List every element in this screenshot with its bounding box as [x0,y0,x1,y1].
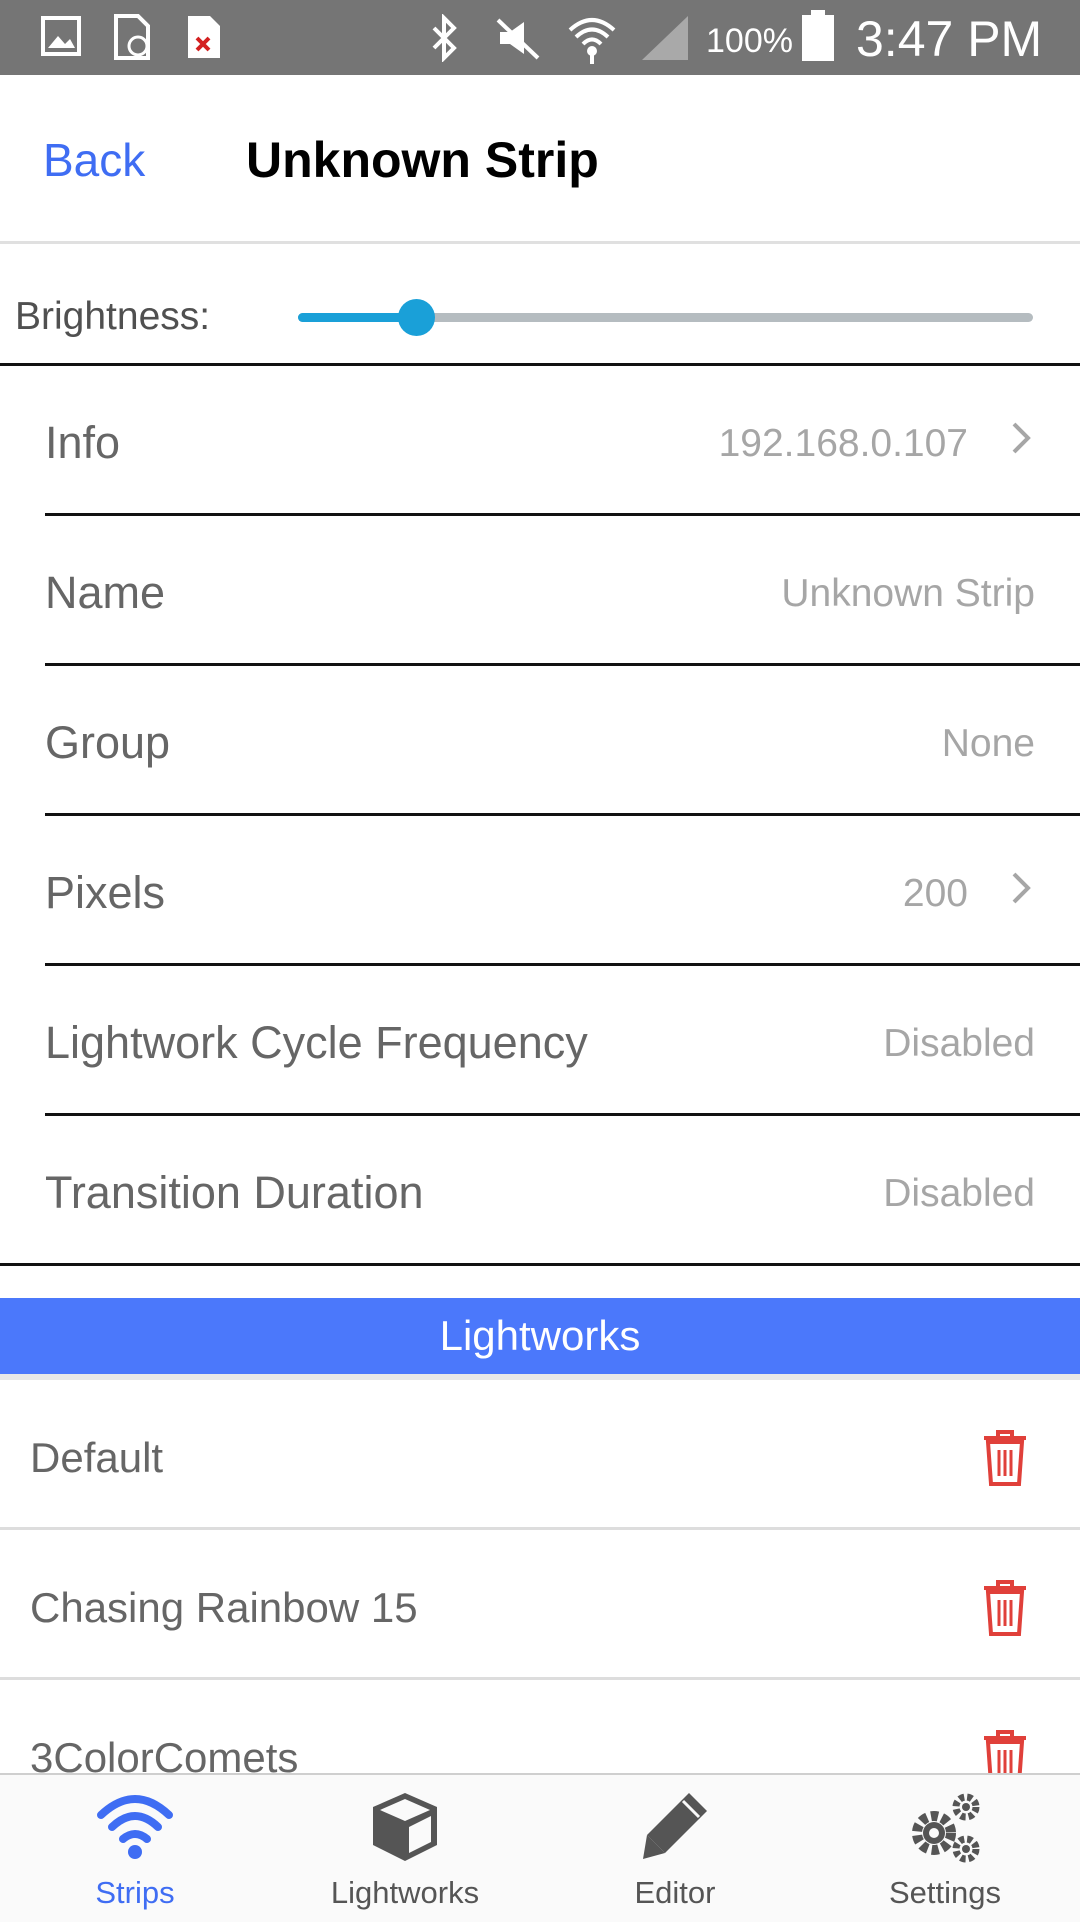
tab-settings[interactable]: Settings [810,1775,1080,1922]
brightness-row: Brightness: [0,244,1080,366]
chevron-right-icon [1012,422,1031,454]
row-value: None [941,722,1035,765]
row-value: Disabled [883,1172,1035,1215]
pencil-icon [643,1793,707,1859]
mute-icon [496,18,540,60]
nav-header: Back Unknown Strip [0,75,1080,244]
status-bar: 100% 3:47 PM [0,0,1080,75]
gears-icon [912,1793,980,1863]
tab-label: Editor [634,1875,716,1910]
settings-row-cycle-frequency[interactable]: Lightwork Cycle Frequency Disabled [45,966,1080,1116]
lightwork-name: 3ColorComets [30,1734,299,1773]
cube-icon [373,1793,437,1861]
row-label: Name [45,567,166,618]
settings-row-info[interactable]: Info 192.168.0.107 [45,366,1080,516]
error-file-icon [188,16,220,58]
battery-percent: 100% [706,22,793,60]
lightwork-name: Default [30,1434,164,1481]
slider-thumb[interactable] [397,299,435,336]
tab-label: Lightworks [330,1875,480,1910]
row-value: 192.168.0.107 [718,422,968,465]
list-item[interactable]: Default [0,1380,1080,1530]
strip-settings-list: Info 192.168.0.107 Name Unknown Strip Gr… [0,366,1080,1266]
settings-row-pixels[interactable]: Pixels 200 [45,816,1080,966]
clock: 3:47 PM [856,11,1043,67]
list-item[interactable]: Chasing Rainbow 15 [0,1530,1080,1680]
battery-icon [802,10,834,61]
tab-lightworks[interactable]: Lightworks [270,1775,540,1922]
row-value: Unknown Strip [781,572,1035,615]
lightworks-list: Default Chasing Rainbow 15 3ColorComets [0,1380,1080,1773]
chevron-right-icon [1012,872,1031,904]
row-label: Pixels [45,867,166,918]
wifi-icon [97,1795,173,1859]
settings-row-name[interactable]: Name Unknown Strip [45,516,1080,666]
trash-icon[interactable] [980,1578,1030,1638]
bluetooth-icon [432,14,457,62]
tab-label: Strips [95,1875,175,1910]
row-value: 200 [902,872,968,915]
sync-file-icon [114,14,150,60]
row-label: Group [45,717,171,768]
brightness-slider[interactable] [298,299,1033,336]
row-value: Disabled [883,1022,1035,1065]
trash-icon[interactable] [980,1428,1030,1488]
list-item[interactable]: 3ColorComets [0,1680,1080,1773]
tab-strips[interactable]: Strips [0,1775,270,1922]
lightworks-section-header: Lightworks [0,1298,1080,1374]
brightness-label: Brightness: [15,295,211,338]
image-icon [41,16,81,56]
cell-signal-icon [642,16,688,60]
back-button[interactable]: Back [43,133,145,187]
settings-row-group[interactable]: Group None [45,666,1080,816]
wifi-icon [568,18,616,64]
row-label: Info [45,417,121,468]
page-title: Unknown Strip [246,132,599,188]
row-label: Lightwork Cycle Frequency [45,1017,588,1068]
trash-icon[interactable] [980,1728,1030,1773]
tab-bar: Strips Lightworks Editor Settings [0,1773,1080,1922]
settings-row-transition-duration[interactable]: Transition Duration Disabled [0,1116,1080,1266]
lightwork-name: Chasing Rainbow 15 [30,1584,418,1631]
tab-editor[interactable]: Editor [540,1775,810,1922]
tab-label: Settings [888,1875,1001,1910]
row-label: Transition Duration [45,1167,424,1218]
